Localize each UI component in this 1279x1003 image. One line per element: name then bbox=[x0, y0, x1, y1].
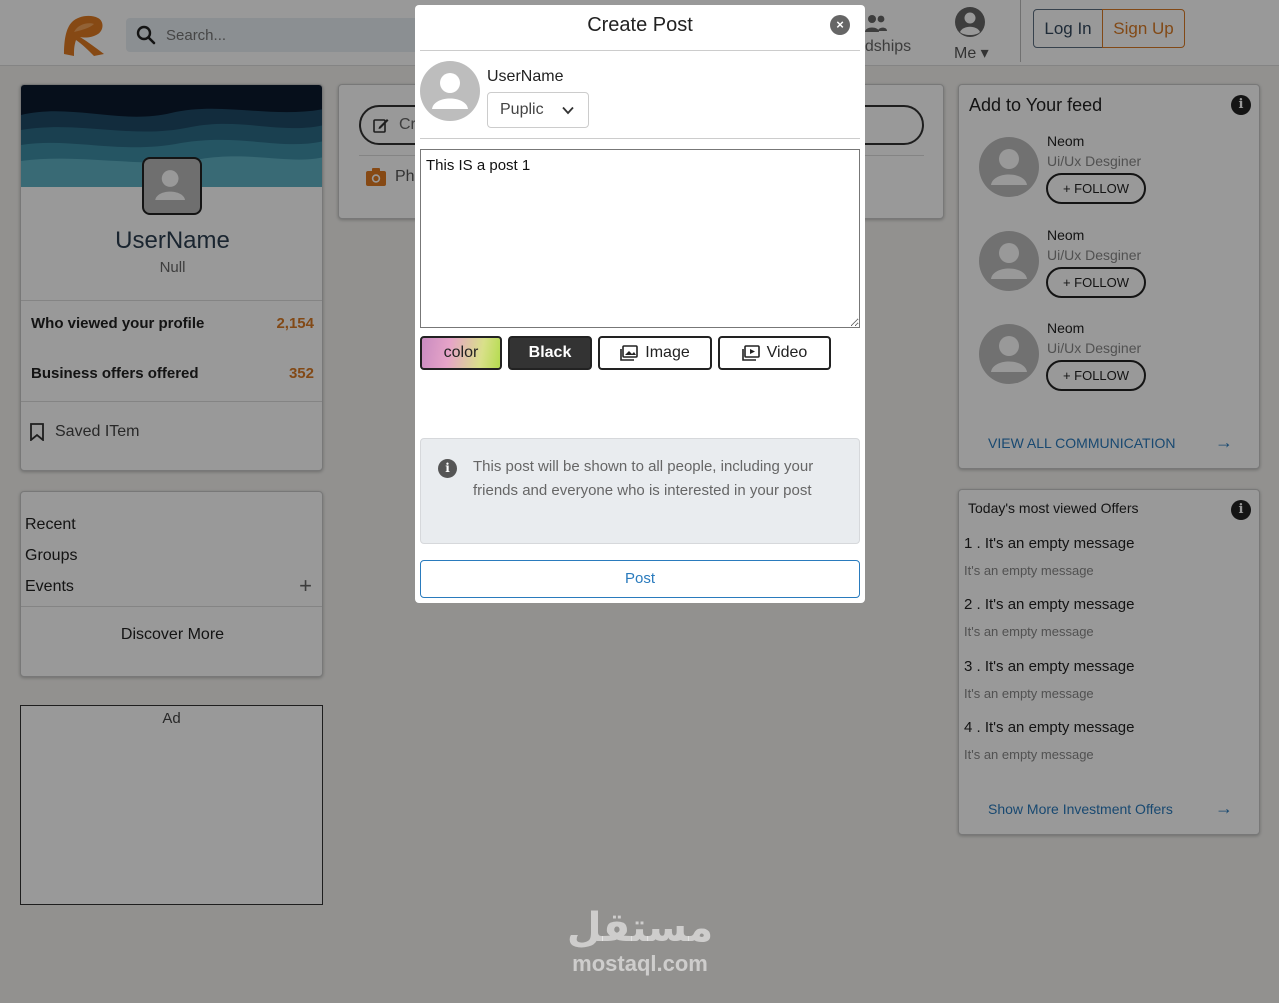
color-button[interactable]: color bbox=[420, 336, 502, 370]
watermark-arabic: مستقل bbox=[566, 905, 714, 951]
chevron-down-icon bbox=[562, 106, 574, 115]
post-submit-button[interactable]: Post bbox=[420, 560, 860, 598]
video-button-label: Video bbox=[766, 344, 808, 361]
divider bbox=[420, 138, 860, 139]
create-post-modal: Create Post × UserName Puplic This IS a … bbox=[415, 5, 865, 603]
close-icon[interactable]: × bbox=[830, 15, 850, 35]
image-button-label: Image bbox=[645, 344, 690, 361]
divider bbox=[420, 50, 860, 51]
notice-text: This post will be shown to all people, i… bbox=[473, 458, 814, 499]
black-button-label: Black bbox=[528, 344, 572, 361]
modal-username: UserName bbox=[487, 68, 564, 85]
audience-select[interactable]: Puplic bbox=[487, 92, 589, 128]
modal-title: Create Post bbox=[587, 14, 693, 36]
video-icon bbox=[741, 345, 760, 361]
visibility-notice: i This post will be shown to all people,… bbox=[420, 438, 860, 544]
watermark: مستقل mostaql.com bbox=[545, 905, 735, 977]
color-button-label: color bbox=[443, 344, 479, 361]
images-icon bbox=[620, 345, 639, 361]
info-icon: i bbox=[438, 459, 457, 478]
audience-value: Puplic bbox=[500, 101, 544, 118]
black-button[interactable]: Black bbox=[508, 336, 592, 370]
image-button[interactable]: Image bbox=[598, 336, 712, 370]
avatar bbox=[420, 61, 480, 121]
post-textarea[interactable]: This IS a post 1 bbox=[420, 149, 860, 328]
watermark-latin: mostaql.com bbox=[572, 951, 708, 976]
video-button[interactable]: Video bbox=[718, 336, 831, 370]
